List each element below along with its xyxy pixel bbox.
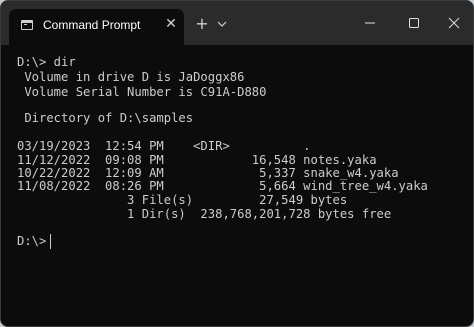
terminal-line: 3 File(s) 27,549 bytes	[17, 193, 348, 207]
scrollbar[interactable]	[465, 45, 473, 326]
chevron-down-icon	[217, 21, 227, 27]
terminal-output[interactable]: D:\> dir Volume in drive D is JaDoggx86 …	[1, 45, 473, 326]
terminal-icon	[21, 20, 33, 30]
terminal-line: 1 Dir(s) 238,768,201,728 bytes free	[17, 207, 392, 221]
terminal-line: Volume Serial Number is C91A-D880	[17, 85, 267, 99]
terminal-line: D:\>	[17, 234, 47, 248]
maximize-button[interactable]	[392, 1, 436, 45]
new-tab-button[interactable]: +	[194, 15, 210, 33]
terminal-line: Directory of D:\samples	[17, 111, 194, 125]
close-icon	[448, 17, 460, 29]
terminal-window: Command Prompt ✕ + D:\> dir Volume in dr…	[0, 0, 474, 327]
tab-title: Command Prompt	[43, 18, 141, 32]
close-button[interactable]	[432, 1, 473, 45]
tab-dropdown-button[interactable]	[215, 17, 229, 31]
maximize-icon	[409, 18, 419, 28]
text-cursor	[50, 234, 51, 249]
tab-command-prompt[interactable]: Command Prompt ✕	[9, 9, 184, 45]
terminal-line: Volume in drive D is JaDoggx86	[17, 70, 245, 84]
tab-close-button[interactable]: ✕	[163, 15, 179, 33]
minimize-button[interactable]	[348, 1, 392, 45]
terminal-line: 03/19/2023 12:54 PM <DIR> .	[17, 139, 311, 153]
terminal-line: D:\> dir	[17, 55, 76, 69]
title-bar: Command Prompt ✕ +	[1, 1, 473, 45]
terminal-line: 11/08/2022 08:26 PM 5,664 wind_tree_w4.y…	[17, 179, 428, 193]
minimize-icon	[365, 22, 375, 24]
